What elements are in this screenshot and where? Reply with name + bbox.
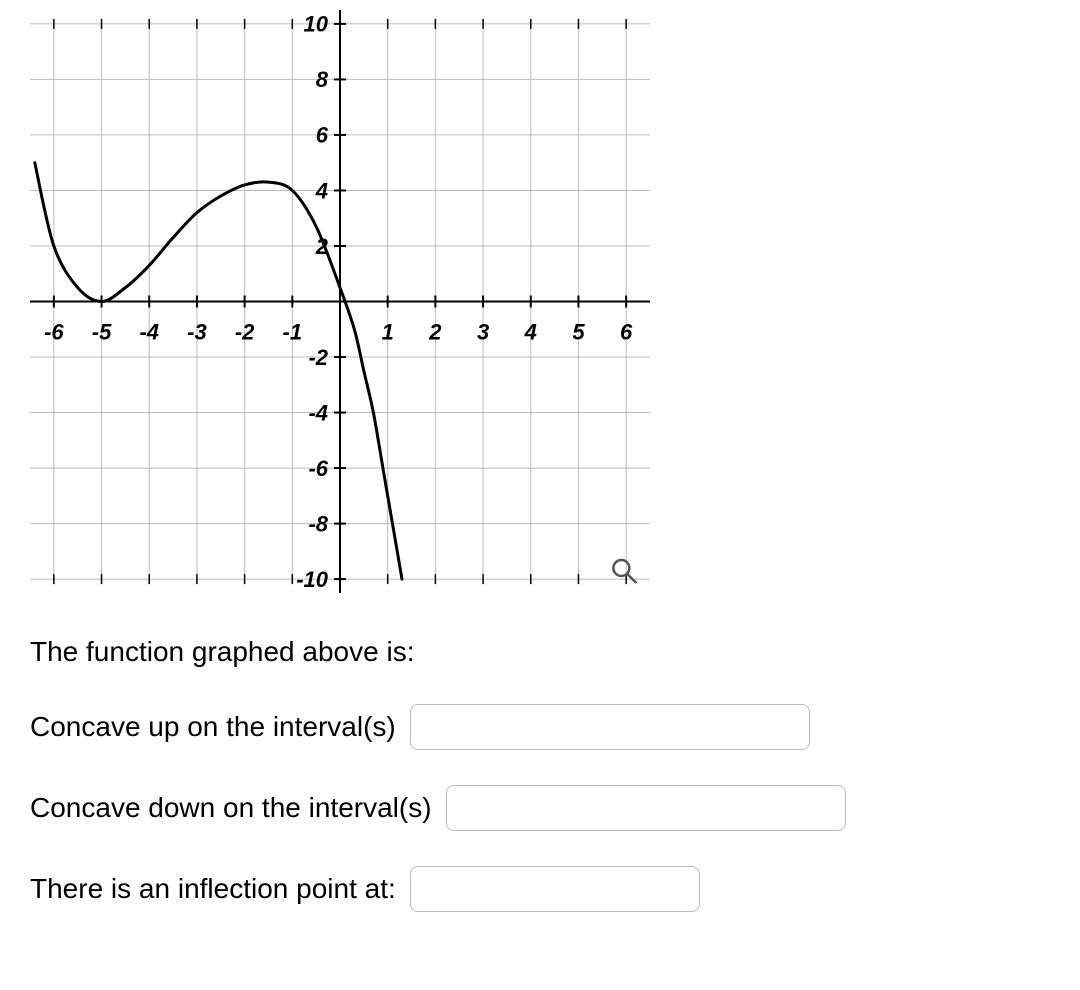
svg-text:-4: -4: [308, 400, 328, 425]
svg-text:-5: -5: [92, 320, 112, 345]
concave-down-label: Concave down on the interval(s): [30, 791, 432, 825]
concave-up-input[interactable]: [410, 704, 810, 750]
concave-up-label: Concave up on the interval(s): [30, 710, 396, 744]
svg-text:-3: -3: [187, 320, 207, 345]
concave-down-row: Concave down on the interval(s): [30, 785, 1080, 831]
svg-text:1: 1: [382, 320, 394, 345]
svg-text:2: 2: [428, 320, 442, 345]
svg-text:-6: -6: [308, 456, 328, 481]
concave-up-row: Concave up on the interval(s): [30, 704, 1080, 750]
svg-text:-2: -2: [235, 320, 255, 345]
svg-text:5: 5: [572, 320, 585, 345]
svg-text:4: 4: [315, 178, 328, 203]
inflection-row: There is an inflection point at:: [30, 866, 1080, 912]
concave-down-input[interactable]: [446, 785, 846, 831]
chart-curve: [35, 163, 402, 579]
svg-text:8: 8: [316, 67, 329, 92]
svg-text:6: 6: [316, 123, 329, 148]
chart-svg: -6-5-4-3-2-1123456-10-8-6-4-2246810: [20, 0, 660, 600]
svg-text:3: 3: [477, 320, 489, 345]
svg-text:-10: -10: [296, 567, 329, 592]
svg-text:-1: -1: [283, 320, 303, 345]
svg-text:-2: -2: [308, 345, 328, 370]
svg-text:-6: -6: [44, 320, 64, 345]
chart-axes: [30, 10, 650, 593]
inflection-label: There is an inflection point at:: [30, 872, 396, 906]
page-root: -6-5-4-3-2-1123456-10-8-6-4-2246810 The …: [0, 0, 1080, 990]
intro-text: The function graphed above is:: [30, 635, 1080, 669]
svg-text:-4: -4: [139, 320, 159, 345]
question-block: The function graphed above is: Concave u…: [30, 635, 1080, 912]
svg-text:6: 6: [620, 320, 633, 345]
svg-text:10: 10: [304, 12, 329, 37]
chart: -6-5-4-3-2-1123456-10-8-6-4-2246810: [20, 0, 660, 600]
svg-text:-8: -8: [308, 511, 328, 536]
svg-text:4: 4: [524, 320, 537, 345]
inflection-input[interactable]: [410, 866, 700, 912]
